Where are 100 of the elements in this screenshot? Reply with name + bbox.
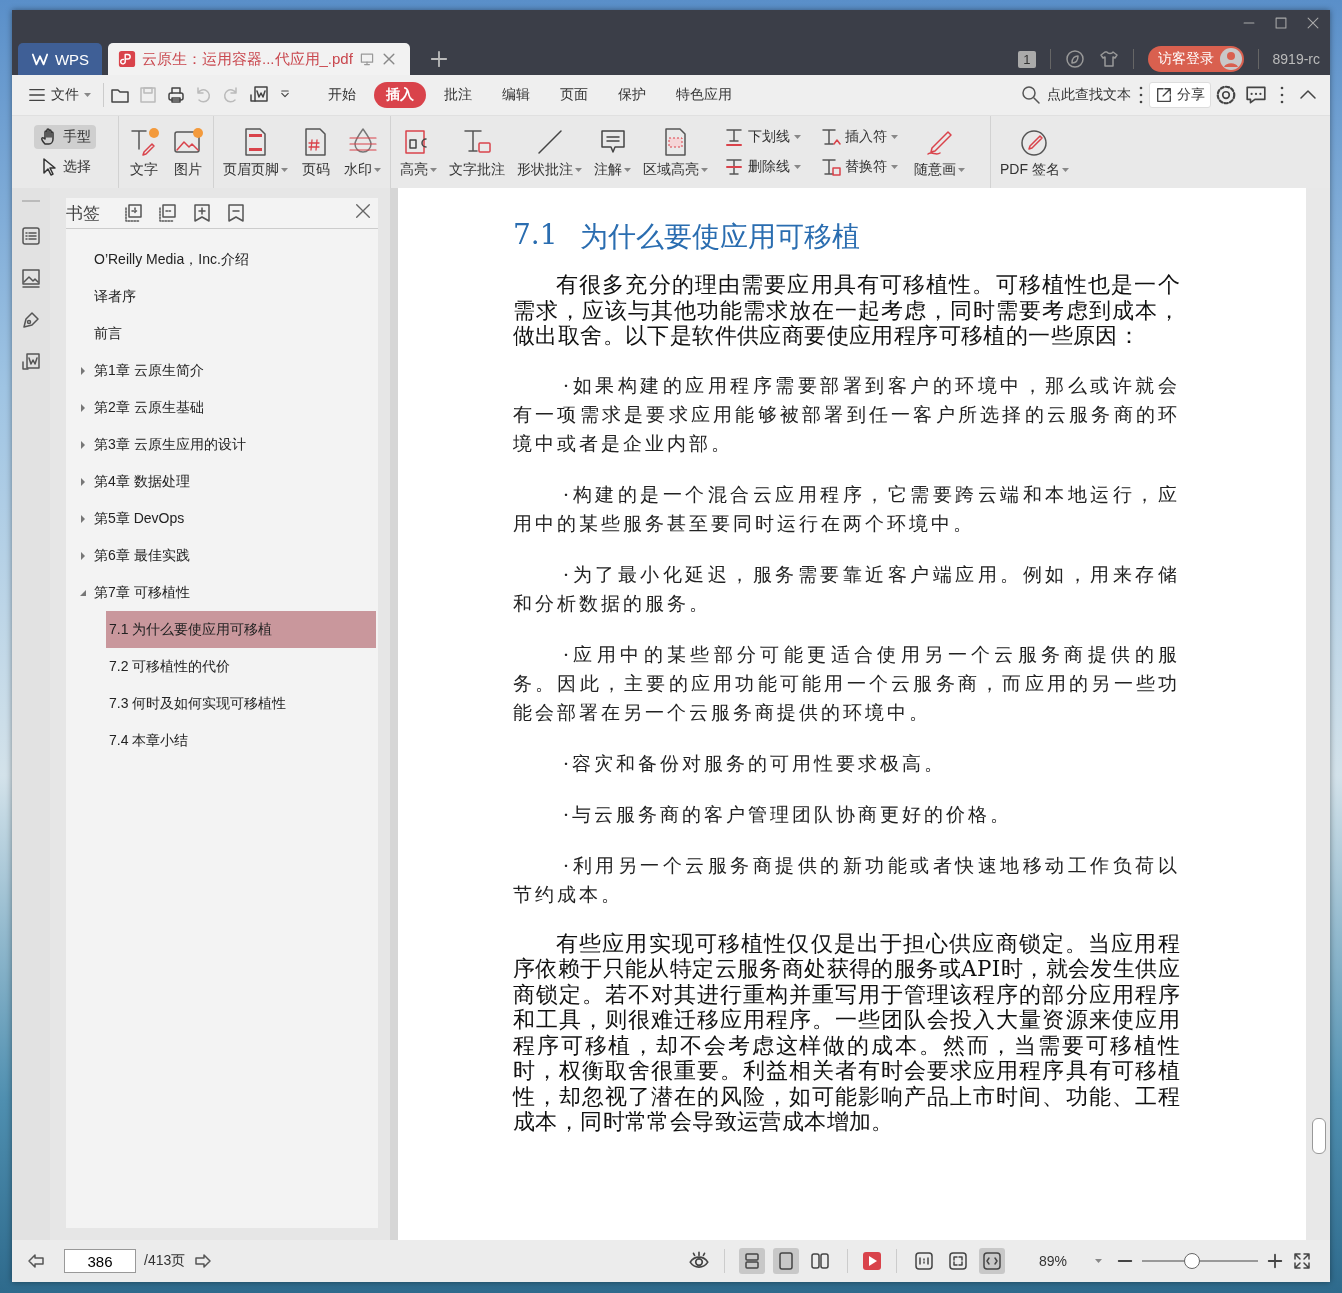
ribbon-button[interactable]: 水印 [339, 119, 386, 185]
bookmark-item[interactable]: 第6章 最佳实践 [66, 537, 378, 574]
chat-icon[interactable] [1244, 84, 1267, 106]
caret-icon [575, 167, 582, 172]
ribbon-button[interactable]: 替换符 [816, 155, 903, 179]
next-page-icon[interactable] [193, 1251, 214, 1271]
bookmark-item[interactable]: O’Reilly Media，Inc.介绍 [66, 241, 378, 278]
settings-icon[interactable] [1214, 84, 1237, 106]
document-tab[interactable]: 云原生：运用容器...代应用_.pdf [108, 43, 410, 75]
scrollbar-thumb[interactable] [1312, 1118, 1326, 1154]
bookmark-item[interactable]: 7.4 本章小结 [106, 722, 376, 759]
maximize-icon[interactable] [1274, 16, 1288, 30]
collapsed-triangle-icon[interactable] [80, 551, 86, 560]
bookmark-item[interactable]: 译者序 [66, 278, 378, 315]
bullet-paragraph: ·应用中的某些部分可能更适合使用另一个云服务商提供的服务。因此，主要的应用功能可能用一个云服务商，而应用的另一些功能会部署在另一个云服务商提供的环境中。 [513, 641, 1180, 725]
ribbon-button[interactable]: 页眉页脚 [218, 119, 293, 185]
collapsed-triangle-icon[interactable] [80, 403, 86, 412]
bookmark-item[interactable]: 第7章 可移植性 [66, 574, 378, 611]
bookmark-minus-icon[interactable] [226, 203, 246, 223]
fit-page-icon [947, 1251, 968, 1271]
close-icon[interactable] [354, 202, 372, 220]
strikethrough-icon [724, 157, 744, 177]
play-icon[interactable] [861, 1251, 882, 1271]
collapsed-triangle-icon[interactable] [80, 477, 86, 486]
ribbon-button[interactable]: 文字 [123, 119, 165, 185]
ribbon-button[interactable]: 页码 [295, 119, 337, 185]
bookmark-item[interactable]: 第2章 云原生基础 [66, 389, 378, 426]
caret-icon [891, 165, 898, 169]
bookmark-item[interactable]: 前言 [66, 315, 378, 352]
caret-icon [374, 167, 381, 172]
collapsed-triangle-icon[interactable] [80, 514, 86, 523]
collapsed-triangle-icon[interactable] [80, 366, 86, 375]
ribbon-button[interactable]: 文字批注 [444, 119, 510, 185]
expanded-triangle-icon[interactable] [80, 588, 86, 597]
ribbon-button[interactable]: 下划线 [719, 125, 806, 149]
menu-icon [28, 86, 46, 104]
previous-page-icon[interactable] [26, 1251, 46, 1271]
leaf-circle-icon[interactable] [1064, 49, 1085, 69]
print-icon[interactable] [165, 85, 186, 105]
remove-bookmark-icon[interactable] [158, 203, 178, 223]
bookmark-item[interactable]: 第3章 云原生应用的设计 [66, 426, 378, 463]
convert-doc-icon[interactable] [21, 352, 41, 372]
caret-icon [281, 167, 288, 172]
ribbon-button[interactable]: PDF 签名 [995, 119, 1074, 185]
fit-width-button[interactable] [978, 1248, 1005, 1274]
single-page-button[interactable] [772, 1248, 799, 1274]
zoom-in-icon[interactable] [1266, 1252, 1284, 1270]
plus-icon[interactable] [430, 50, 448, 68]
menu-tab[interactable]: 页面 [547, 82, 600, 108]
window-count-badge[interactable]: 1 [1018, 50, 1036, 68]
find-text-button[interactable]: 点此查找文本 [1014, 84, 1137, 106]
bookmark-item[interactable]: 第4章 数据处理 [66, 463, 378, 500]
share-button[interactable]: 分享 [1148, 82, 1211, 108]
add-bookmark-icon[interactable] [124, 203, 144, 223]
file-menu[interactable]: 文件 [22, 82, 97, 108]
ribbon-button[interactable]: 注解 [589, 119, 636, 185]
page-total: /413页 [144, 1252, 186, 1270]
collapsed-triangle-icon[interactable] [80, 440, 86, 449]
menu-tab[interactable]: 插入 [373, 82, 426, 108]
ribbon-button[interactable]: 删除线 [719, 155, 806, 179]
continuous-view-button[interactable] [738, 1248, 765, 1274]
convert-icon[interactable] [248, 85, 269, 105]
actual-size-icon [913, 1251, 934, 1271]
menu-tab[interactable]: 保护 [605, 82, 658, 108]
ribbon-button[interactable]: 高亮 [395, 119, 442, 185]
caret-icon [891, 135, 898, 139]
caret-icon [624, 167, 631, 172]
ribbon-button[interactable]: 手型 [34, 125, 96, 149]
home-tab[interactable]: WPS [18, 43, 102, 75]
ribbon-button[interactable]: 插入符 [816, 125, 903, 149]
caret-icon [794, 165, 801, 169]
bullet-paragraph: ·利用另一个云服务商提供的新功能或者快速地移动工作负荷以节约成本。 [513, 852, 1180, 907]
menu-tab[interactable]: 编辑 [489, 82, 542, 108]
outline-icon[interactable] [21, 226, 41, 246]
thumbnail-icon[interactable] [21, 268, 41, 288]
bookmark-item[interactable]: 第5章 DevOps [66, 500, 378, 537]
ribbon-button[interactable]: 图片 [167, 119, 209, 185]
menu-tab[interactable]: 特色应用 [663, 82, 744, 108]
close-icon[interactable] [1306, 16, 1320, 30]
shirt-icon[interactable] [1098, 49, 1119, 69]
text-edit-icon [128, 125, 160, 158]
menu-tab[interactable]: 批注 [431, 82, 484, 108]
guest-login-button[interactable]: 访客登录 [1147, 46, 1244, 72]
fullscreen-icon[interactable] [1292, 1251, 1312, 1271]
ribbon-button[interactable]: 区域高亮 [638, 119, 713, 185]
menu-tab[interactable]: 开始 [315, 82, 368, 108]
monitor-icon[interactable] [358, 51, 375, 67]
bookmark-item[interactable]: 7.1 为什么要使应用可移植 [106, 611, 376, 648]
page-number-field[interactable]: 386 [64, 1249, 136, 1273]
pen-nib-icon[interactable] [21, 310, 41, 330]
bookmark-item[interactable]: 7.3 何时及如何实现可移植性 [106, 685, 376, 722]
ribbon-button[interactable]: 选择 [34, 155, 96, 179]
zoom-dropdown[interactable]: 89% [1032, 1252, 1108, 1270]
heading-number: 7.1 [513, 218, 558, 253]
ribbon-button[interactable]: 随意画 [909, 119, 970, 185]
bookmark-item[interactable]: 7.2 可移植性的代价 [106, 648, 376, 685]
slider-thumb[interactable] [1183, 1253, 1200, 1269]
ribbon-button[interactable]: 形状批注 [512, 119, 587, 185]
bookmark-item[interactable]: 第1章 云原生简介 [66, 352, 378, 389]
bookmark-plus-icon[interactable] [192, 203, 212, 223]
